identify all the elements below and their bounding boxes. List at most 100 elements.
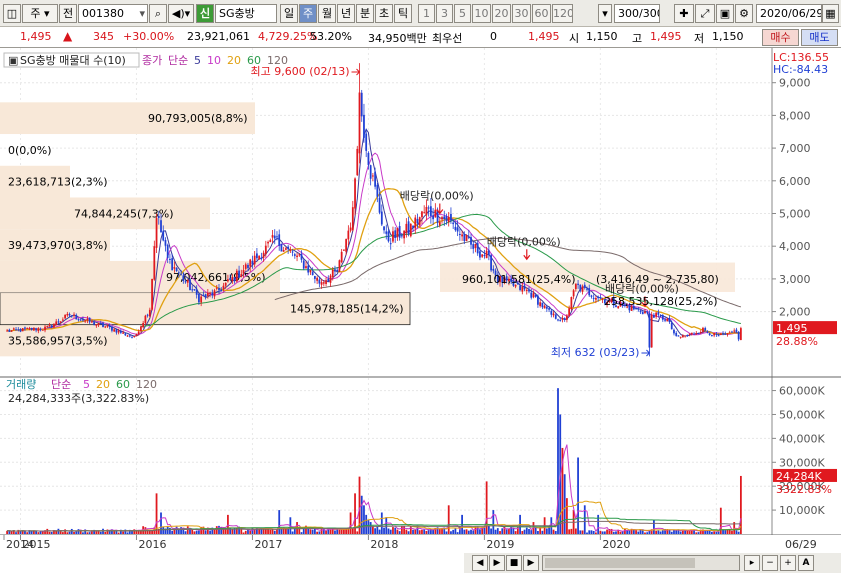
candle-body-179 — [405, 223, 408, 233]
stock-chart[interactable]: 35,586,957(3,5%)145,978,185(14,2%)97,042… — [0, 48, 841, 573]
scroll-end-icon[interactable]: ▸ — [744, 555, 760, 571]
volume-bar-143 — [325, 530, 327, 534]
window-menu-icon[interactable]: ◫ — [3, 4, 21, 23]
stock-name-field[interactable]: SG충방 — [215, 4, 277, 23]
candle-body-165 — [374, 171, 377, 187]
settings-icon[interactable]: ⚙ — [735, 4, 753, 23]
scroll-right-icon[interactable]: ▶ — [523, 555, 539, 571]
candle-body-10 — [28, 328, 31, 330]
dividend-arrow-1 — [523, 249, 531, 261]
candle-body-196 — [443, 216, 446, 219]
candle-body-243 — [548, 308, 550, 310]
candle-body-239 — [539, 302, 542, 307]
volume-bar-34 — [82, 532, 84, 534]
stock-code-field[interactable]: 001380 ▾ — [78, 4, 148, 23]
candle-body-151 — [342, 249, 345, 251]
candle-body-230 — [519, 285, 521, 290]
interval-button-3[interactable]: 10 — [472, 4, 491, 23]
candle-body-236 — [532, 293, 535, 298]
trading-amount: 34,950백만 — [368, 32, 427, 45]
period-tab-2[interactable]: 월 — [318, 4, 336, 23]
period-tab-0[interactable]: 일 — [280, 4, 298, 23]
interval-button-7[interactable]: 120 — [552, 4, 573, 23]
candle-body-313 — [704, 328, 707, 331]
zoom-out-icon[interactable]: − — [762, 555, 778, 571]
current-price-percent: 28.88% — [776, 335, 818, 348]
candle-body-74 — [171, 258, 174, 271]
zoom-in-icon[interactable]: + — [780, 555, 796, 571]
volume-bar-322 — [724, 530, 727, 534]
bar-count-field[interactable]: 300/300 — [614, 4, 660, 23]
volume-bar-228 — [514, 531, 517, 534]
period-tab-4[interactable]: 분 — [356, 4, 374, 23]
play-icon[interactable]: ▶ — [489, 555, 505, 571]
volume-bar-318 — [715, 532, 718, 534]
candle-body-189 — [427, 207, 430, 209]
best-ask-label: 최우선 — [432, 32, 463, 45]
interval-button-6[interactable]: 60 — [532, 4, 551, 23]
volume-bar-50 — [117, 532, 120, 534]
interval-button-2[interactable]: 5 — [454, 4, 471, 23]
volume-bar-139 — [316, 531, 319, 534]
candle-body-213 — [481, 254, 484, 257]
crosshair-icon[interactable]: ✚ — [674, 4, 694, 23]
period-tab-6[interactable]: 틱 — [394, 4, 412, 23]
volume-bar-302 — [679, 531, 682, 534]
volume-bar-225 — [508, 528, 510, 534]
candle-body-142 — [322, 282, 325, 284]
volume-bar-263 — [592, 530, 595, 534]
save-icon[interactable]: ▣ — [716, 4, 734, 23]
candle-body-141 — [320, 282, 323, 285]
candle-body-147 — [334, 269, 336, 272]
chart-scroll-thumb[interactable] — [545, 558, 695, 568]
candle-body-207 — [467, 236, 470, 238]
period-tab-1[interactable]: 주 — [299, 4, 317, 23]
calendar-icon[interactable]: ▦ — [822, 4, 839, 23]
volume-bar-291 — [655, 530, 658, 534]
volume-bar-327 — [735, 530, 738, 534]
volume-profile-label-3: 39,473,970(3,8%) — [8, 239, 108, 252]
stop-icon[interactable]: ■ — [506, 555, 522, 571]
candle-body-232 — [523, 285, 526, 290]
scroll-left-icon[interactable]: ◀ — [472, 555, 488, 571]
dividend-label-1: 배당락(0,00%) — [487, 235, 561, 248]
period-tab-3[interactable]: 년 — [337, 4, 355, 23]
candle-body-175 — [396, 227, 399, 237]
buy-button[interactable]: 매수 — [762, 29, 799, 46]
interval-button-1[interactable]: 3 — [436, 4, 453, 23]
candle-body-67 — [155, 218, 158, 248]
candle-body-202 — [456, 227, 459, 232]
candle-body-315 — [708, 333, 711, 336]
sell-button[interactable]: 매도 — [801, 29, 838, 46]
interval-button-0[interactable]: 1 — [418, 4, 435, 23]
interval-button-5[interactable]: 30 — [512, 4, 531, 23]
candle-body-171 — [387, 231, 390, 242]
price-change: 345 — [93, 30, 114, 43]
candle-body-62 — [144, 315, 147, 324]
candle-body-94 — [215, 287, 218, 289]
volume-bar-113 — [258, 529, 261, 534]
volume-bar-86 — [198, 530, 200, 534]
market-type-select[interactable]: 주 ▾ — [22, 4, 58, 23]
date-field[interactable]: 2020/06/29 — [756, 4, 822, 23]
candle-body-178 — [403, 230, 406, 239]
dropdown-arrow-icon: ▾ — [139, 7, 145, 20]
volume-bar-165 — [374, 528, 377, 534]
volume-bar-205 — [463, 529, 466, 534]
candle-body-17 — [44, 326, 46, 331]
chart-area[interactable]: 35,586,957(3,5%) 145,978,185(14,2%) 97,042… — [0, 48, 841, 573]
font-size-icon[interactable]: A — [798, 555, 814, 571]
interval-button-4[interactable]: 20 — [492, 4, 511, 23]
candle-body-163 — [369, 165, 372, 179]
full-toggle-button[interactable]: 전 — [59, 4, 77, 23]
trend-tool-icon[interactable]: ⤢ — [695, 4, 715, 23]
chart-scroll-track[interactable] — [542, 555, 740, 571]
period-tab-5[interactable]: 초 — [375, 4, 393, 23]
volume-bar-227 — [512, 528, 515, 534]
sound-icon[interactable]: ◀)▾ — [168, 4, 194, 23]
dividend-label-0: 배당락(0,00%) — [400, 190, 474, 203]
search-icon[interactable]: ⌕ — [149, 4, 167, 23]
candle-body-251 — [566, 315, 568, 320]
interval-dropdown-icon[interactable]: ▾ — [598, 4, 612, 23]
volume-bar-69 — [160, 512, 162, 534]
